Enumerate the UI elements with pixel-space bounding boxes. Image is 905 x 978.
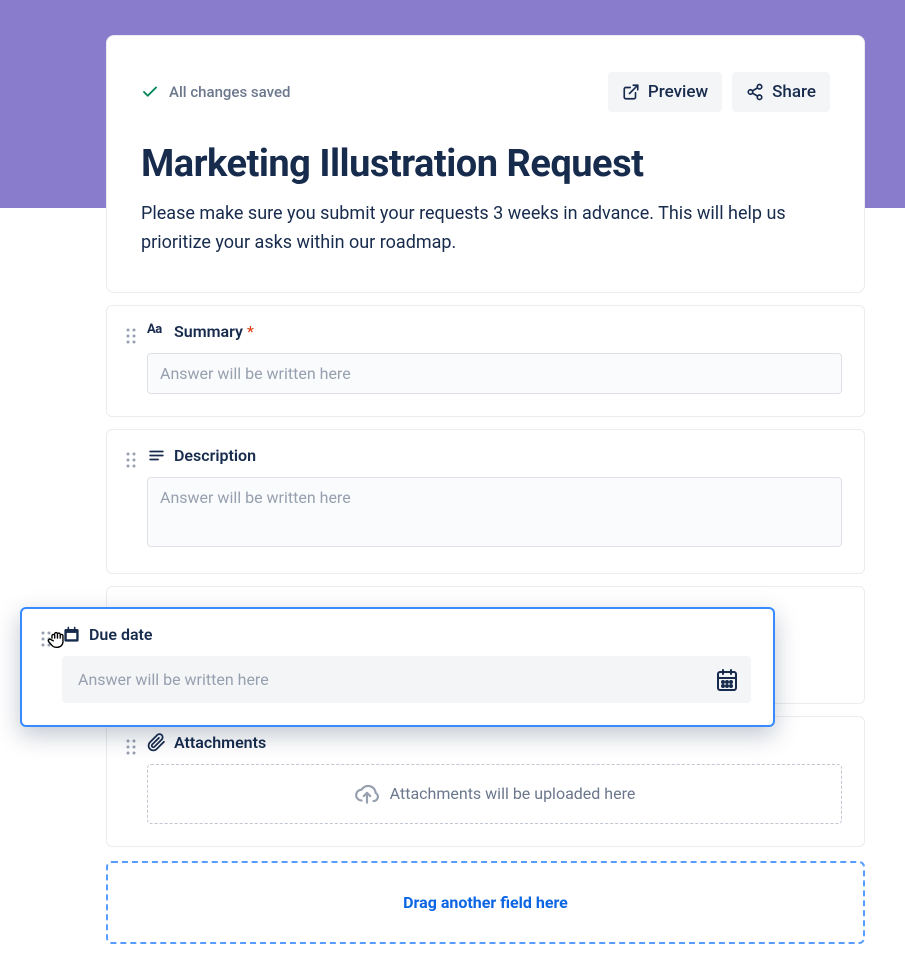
form-title[interactable]: Marketing Illustration Request (141, 142, 830, 186)
add-field-dropzone-label: Drag another field here (403, 893, 568, 912)
check-icon (141, 83, 159, 101)
add-field-dropzone[interactable]: Drag another field here (106, 861, 865, 944)
due-date-label-row: Due date (62, 625, 751, 644)
summary-field-card[interactable]: Aa Summary* (106, 305, 865, 417)
form-header-card: All changes saved Preview Share Marketin… (106, 35, 865, 293)
summary-input[interactable] (147, 353, 842, 394)
due-date-label: Due date (89, 625, 153, 644)
description-field-content: Description (147, 446, 842, 551)
cloud-upload-icon (354, 781, 380, 807)
paperclip-icon (147, 733, 166, 752)
share-icon (746, 83, 764, 101)
attachments-dropzone[interactable]: Attachments will be uploaded here (147, 764, 842, 824)
header-top-row: All changes saved Preview Share (141, 72, 830, 112)
due-date-field-content: Due date (62, 625, 751, 703)
form-builder-container: All changes saved Preview Share Marketin… (106, 0, 865, 944)
summary-label: Summary (174, 322, 243, 341)
paragraph-icon (147, 446, 166, 465)
share-button[interactable]: Share (732, 72, 830, 112)
text-type-icon: Aa (147, 322, 166, 341)
drag-handle-icon[interactable] (40, 630, 52, 652)
description-label: Description (174, 446, 256, 465)
attachments-field-content: Attachments Attachments will be uploaded… (147, 733, 842, 824)
preview-button-label: Preview (648, 82, 708, 102)
drag-handle-icon[interactable] (125, 451, 137, 469)
required-indicator: * (247, 322, 254, 341)
summary-field-content: Aa Summary* (147, 322, 842, 394)
header-actions: Preview Share (608, 72, 830, 112)
external-link-icon (622, 83, 640, 101)
due-date-input-wrapper[interactable] (62, 656, 751, 703)
summary-label-row: Aa Summary* (147, 322, 842, 341)
calendar-icon[interactable] (715, 668, 739, 692)
attachments-label-row: Attachments (147, 733, 842, 752)
drag-handle-icon[interactable] (125, 738, 137, 756)
grab-cursor-icon (46, 628, 68, 650)
due-date-field-card-dragging[interactable]: Due date (20, 607, 775, 727)
attachments-label: Attachments (174, 733, 266, 752)
form-description[interactable]: Please make sure you submit your request… (141, 200, 830, 258)
save-status-text: All changes saved (169, 83, 290, 101)
description-label-row: Description (147, 446, 842, 465)
preview-button[interactable]: Preview (608, 72, 722, 112)
attachments-field-card[interactable]: Attachments Attachments will be uploaded… (106, 716, 865, 847)
description-textarea[interactable] (147, 477, 842, 547)
share-button-label: Share (772, 82, 816, 102)
description-field-card[interactable]: Description (106, 429, 865, 574)
save-status: All changes saved (141, 83, 290, 101)
attachments-dropzone-text: Attachments will be uploaded here (390, 784, 636, 803)
due-date-input[interactable] (74, 656, 715, 703)
drag-handle-icon[interactable] (125, 327, 137, 345)
